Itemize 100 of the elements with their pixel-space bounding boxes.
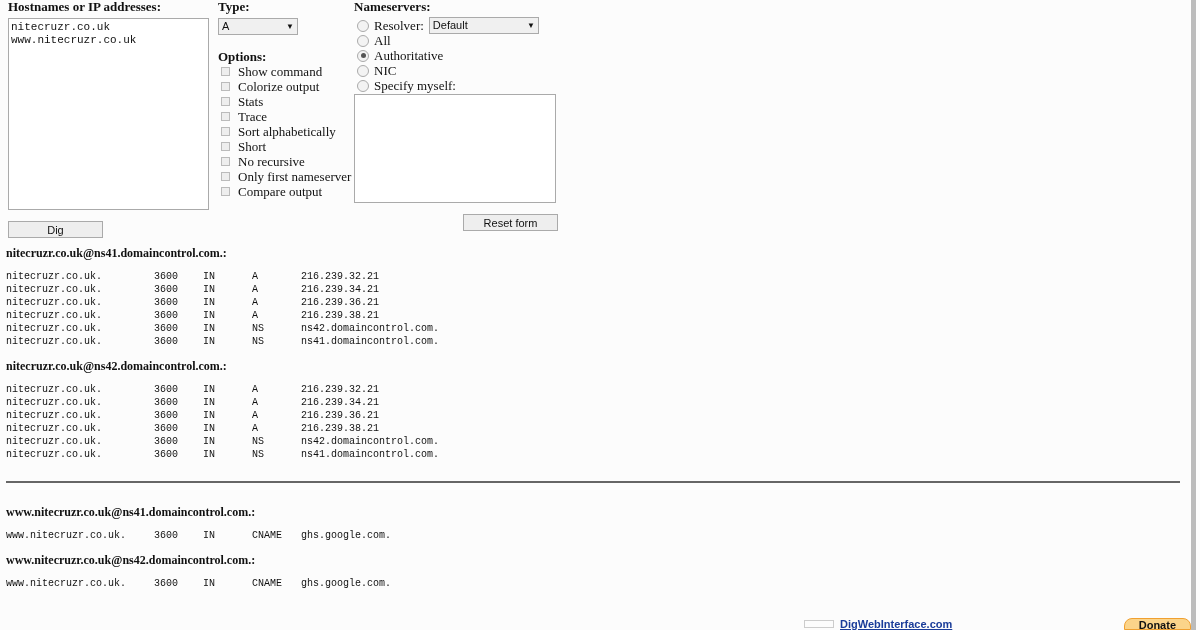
record-cell-text: A: [252, 409, 259, 422]
reset-button[interactable]: Reset form: [463, 214, 558, 231]
record-cell-text: nitecruzr.co.uk.: [6, 396, 103, 409]
field-label: Nameservers:: [354, 0, 432, 14]
record-cell-text: www.nitecruzr.co.uk.: [6, 577, 128, 590]
checkbox[interactable]: [221, 157, 230, 166]
record-cell-text: CNAME: [252, 529, 283, 542]
logo-icon: [804, 620, 834, 628]
result-heading: nitecruzr.co.uk@ns41.domaincontrol.com.:: [6, 246, 228, 260]
checkbox[interactable]: [221, 112, 230, 121]
hostnames-field[interactable]: nitecruzr.co.uk www.nitecruzr.co.uk: [8, 18, 209, 210]
record-cell-text: 3600: [154, 309, 179, 322]
checkbox[interactable]: [221, 142, 230, 151]
record-cell-text: IN: [203, 270, 216, 283]
record-cell-text: A: [252, 296, 259, 309]
radio-button[interactable]: [357, 64, 369, 77]
record-cell-text: 3600: [154, 396, 179, 409]
record-cell-text: IN: [203, 383, 216, 396]
record-cell-text: ns41.domaincontrol.com.: [301, 335, 441, 348]
record-cell-text: 3600: [154, 383, 179, 396]
radio-button[interactable]: [357, 79, 369, 92]
record-cell-text: nitecruzr.co.uk.: [6, 409, 103, 422]
record-cell-text: 3600: [154, 322, 179, 335]
record-cell-text: IN: [203, 296, 216, 309]
record-cell-text: ghs.google.com.: [301, 529, 392, 542]
record-cell-text: nitecruzr.co.uk.: [6, 283, 103, 296]
record-cell-text: A: [252, 283, 259, 296]
record-cell-text: 216.239.36.21: [301, 296, 380, 309]
record-cell-text: ns42.domaincontrol.com.: [301, 322, 441, 335]
dig-button[interactable]: Dig: [8, 221, 103, 238]
option-label: Compare output: [238, 183, 323, 201]
record-cell-text: 216.239.34.21: [301, 396, 380, 409]
record-cell-text: 216.239.32.21: [301, 383, 380, 396]
record-cell-text: IN: [203, 435, 216, 448]
record-cell-text: 3600: [154, 409, 179, 422]
checkbox[interactable]: [221, 67, 230, 76]
checkbox[interactable]: [221, 82, 230, 91]
record-cell-text: IN: [203, 577, 216, 590]
caret-icon: ▼: [526, 19, 535, 32]
checkbox[interactable]: [221, 97, 230, 106]
caret-icon: ▼: [286, 20, 294, 33]
checkbox[interactable]: [221, 127, 230, 136]
record-cell-text: 3600: [154, 296, 179, 309]
result-heading: nitecruzr.co.uk@ns42.domaincontrol.com.:: [6, 359, 228, 373]
record-cell-text: 3600: [154, 270, 179, 283]
record-cell-text: nitecruzr.co.uk.: [6, 322, 103, 335]
field-label: Type:: [218, 0, 251, 14]
record-cell-text: nitecruzr.co.uk.: [6, 383, 103, 396]
record-cell-text: 216.239.38.21: [301, 422, 380, 435]
record-cell-text: A: [252, 383, 259, 396]
record-cell-text: nitecruzr.co.uk.: [6, 448, 103, 461]
record-cell-text: nitecruzr.co.uk.: [6, 435, 103, 448]
record-cell-text: IN: [203, 322, 216, 335]
record-cell-text: 216.239.32.21: [301, 270, 380, 283]
record-cell-text: www.nitecruzr.co.uk.: [6, 529, 128, 542]
record-cell-text: A: [252, 309, 259, 322]
record-cell-text: IN: [203, 422, 216, 435]
checkbox[interactable]: [221, 172, 230, 181]
record-cell-text: 3600: [154, 422, 179, 435]
record-cell-text: ghs.google.com.: [301, 577, 392, 590]
record-cell-text: NS: [252, 322, 265, 335]
record-cell-text: A: [252, 396, 259, 409]
record-cell-text: 3600: [154, 435, 179, 448]
record-cell-text: 216.239.36.21: [301, 409, 380, 422]
record-cell-text: nitecruzr.co.uk.: [6, 335, 103, 348]
record-cell-text: IN: [203, 283, 216, 296]
checkbox[interactable]: [221, 187, 230, 196]
record-cell-text: CNAME: [252, 577, 283, 590]
record-cell-text: IN: [203, 396, 216, 409]
record-cell-text: NS: [252, 435, 265, 448]
type-select[interactable]: A ▼: [218, 18, 298, 35]
record-cell-text: nitecruzr.co.uk.: [6, 309, 103, 322]
radio-button[interactable]: [357, 19, 369, 32]
record-cell-text: nitecruzr.co.uk.: [6, 296, 103, 309]
radio-button[interactable]: [357, 49, 369, 62]
record-cell-text: 3600: [154, 577, 179, 590]
result-heading: www.nitecruzr.co.uk@ns42.domaincontrol.com.:: [6, 553, 257, 567]
record-cell-text: IN: [203, 448, 216, 461]
record-cell-text: IN: [203, 409, 216, 422]
record-cell-text: 3600: [154, 448, 179, 461]
record-cell-text: 3600: [154, 283, 179, 296]
resolver-select[interactable]: Default ▼: [428, 17, 539, 34]
donate-button[interactable]: Donate: [1123, 618, 1191, 630]
section-label: Options:: [218, 49, 268, 64]
nameservers-field[interactable]: [354, 94, 556, 203]
record-cell-text: nitecruzr.co.uk.: [6, 270, 103, 283]
record-cell-text: 3600: [154, 335, 179, 348]
record-cell-text: 216.239.34.21: [301, 283, 380, 296]
record-cell-text: nitecruzr.co.uk.: [6, 422, 103, 435]
record-cell-text: ns42.domaincontrol.com.: [301, 435, 441, 448]
site-link[interactable]: DigWebInterface.com: [840, 618, 953, 630]
record-cell-text: 3600: [154, 529, 179, 542]
record-cell-text: IN: [203, 309, 216, 322]
record-cell-text: IN: [203, 529, 216, 542]
record-cell-text: 216.239.38.21: [301, 309, 380, 322]
record-cell-text: A: [252, 270, 259, 283]
record-cell-text: ns41.domaincontrol.com.: [301, 448, 441, 461]
result-heading: www.nitecruzr.co.uk@ns41.domaincontrol.com.:: [6, 505, 257, 519]
radio-button[interactable]: [357, 34, 369, 47]
record-cell-text: NS: [252, 335, 265, 348]
